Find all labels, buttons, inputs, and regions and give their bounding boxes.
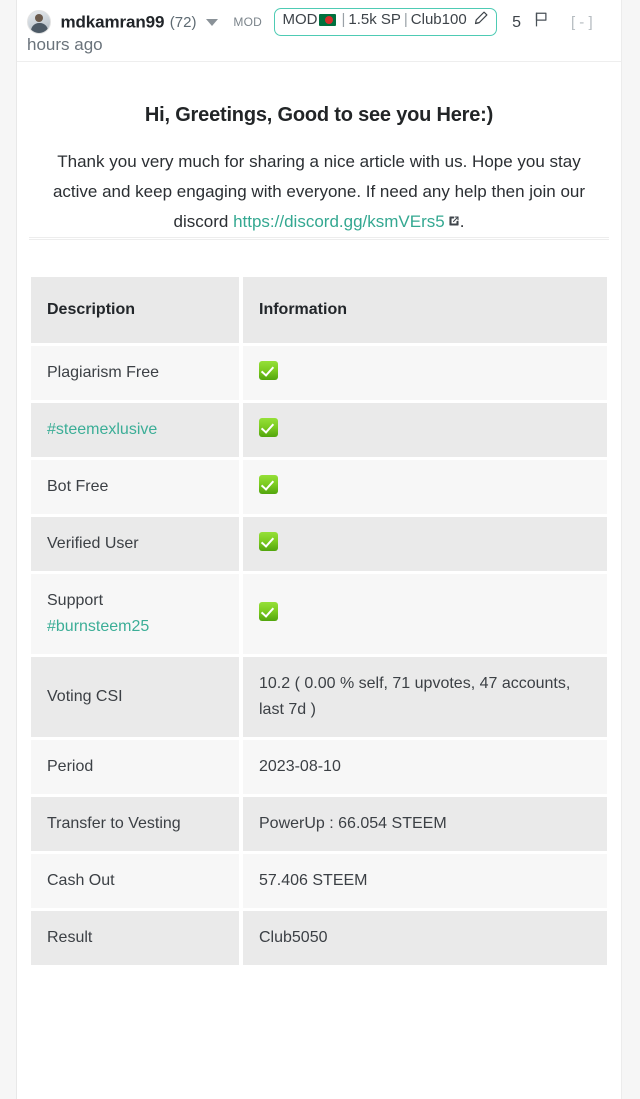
column-header-description: Description xyxy=(31,277,239,344)
external-link-icon xyxy=(448,207,460,237)
flag-icon[interactable] xyxy=(534,10,549,37)
description-line-2[interactable]: #burnsteem25 xyxy=(47,614,223,640)
table-row: Voting CSI 10.2 ( 0.00 % self, 71 upvotes… xyxy=(31,657,607,738)
description-line-1: Support xyxy=(47,592,104,610)
comment-meta-line: mdkamran99 (72) MOD MOD | 1.5k SP | Club100 … xyxy=(27,8,611,37)
column-header-information: Information xyxy=(243,277,607,344)
table-row: Cash Out 57.406 STEEM xyxy=(31,854,607,909)
avatar-head xyxy=(35,14,43,22)
cell-description: Transfer to Vesting xyxy=(31,797,239,852)
green-check-icon xyxy=(259,361,278,381)
tag-link[interactable]: #burnsteem25 xyxy=(47,618,149,635)
table-header-row: Description Information xyxy=(31,277,607,344)
table-row: Bot Free xyxy=(31,460,607,515)
table-row: Period 2023-08-10 xyxy=(31,740,607,795)
author-reputation: (72) xyxy=(169,13,197,31)
green-check-icon xyxy=(259,532,278,552)
cell-information xyxy=(243,346,607,401)
comment-header: mdkamran99 (72) MOD MOD | 1.5k SP | Club100 … xyxy=(17,0,621,63)
cell-description: Support #burnsteem25 xyxy=(31,574,239,655)
avatar[interactable] xyxy=(27,10,51,34)
author-username[interactable]: mdkamran99 xyxy=(60,13,164,32)
cell-information: 10.2 ( 0.00 % self, 71 upvotes, 47 accou… xyxy=(243,657,607,738)
cell-information: 57.406 STEEM xyxy=(243,854,607,909)
greeting-paragraph: Thank you very much for sharing a nice a… xyxy=(37,147,601,237)
cell-description: Period xyxy=(31,740,239,795)
cell-description: Bot Free xyxy=(31,460,239,515)
table-row: Transfer to Vesting PowerUp : 66.054 STEE… xyxy=(31,797,607,852)
green-check-icon xyxy=(259,602,278,622)
cell-information: Club5050 xyxy=(243,911,607,966)
info-table-wrapper: Description Information Plagiarism Free #… xyxy=(17,274,621,968)
green-check-icon xyxy=(259,418,278,438)
pen-icon xyxy=(472,10,489,33)
cell-description: Result xyxy=(31,911,239,966)
collapse-toggle[interactable]: [ - ] xyxy=(571,14,593,31)
cell-description: Cash Out xyxy=(31,854,239,909)
avatar-body xyxy=(30,23,48,33)
info-table-head: Description Information xyxy=(31,277,607,344)
badge-club-label: Club100 xyxy=(410,11,467,28)
comment-timestamp: hours ago xyxy=(27,35,103,55)
cell-description: Verified User xyxy=(31,517,239,572)
cell-information xyxy=(243,460,607,515)
table-row: Verified User xyxy=(31,517,607,572)
cell-information xyxy=(243,574,607,655)
cell-information xyxy=(243,517,607,572)
greeting-text-after-link: . xyxy=(459,212,465,232)
info-table: Description Information Plagiarism Free #… xyxy=(27,274,611,968)
status-badge[interactable]: MOD | 1.5k SP | Club100 xyxy=(274,8,497,36)
cell-description: #steemexlusive xyxy=(31,403,239,458)
info-table-body: Plagiarism Free #steemexlusive Bot Free Ver… xyxy=(31,346,607,966)
chevron-down-icon[interactable] xyxy=(205,18,218,26)
page-root: mdkamran99 (72) MOD MOD | 1.5k SP | Club100 … xyxy=(0,0,640,1099)
bangladesh-flag-icon xyxy=(319,14,337,26)
page-title: Hi, Greetings, Good to see you Here:) xyxy=(144,104,494,127)
green-check-icon xyxy=(259,475,278,495)
vote-count[interactable]: 5 xyxy=(512,14,521,31)
comment-body: Hi, Greetings, Good to see you Here:) Th… xyxy=(17,104,621,241)
badge-mod-label: MOD xyxy=(282,11,318,28)
table-row: Plagiarism Free xyxy=(31,346,607,401)
cell-description: Voting CSI xyxy=(31,657,239,738)
divider-bottom xyxy=(29,239,609,241)
tag-link[interactable]: #steemexlusive xyxy=(47,421,157,438)
discord-invite-link[interactable]: https://discord.gg/ksmVErs5 xyxy=(233,212,445,231)
badge-separator-2: | xyxy=(403,11,408,28)
cell-description: Plagiarism Free xyxy=(31,346,239,401)
moderator-role-tag: MOD xyxy=(233,14,262,29)
cell-information: PowerUp : 66.054 STEEM xyxy=(243,797,607,852)
cell-information xyxy=(243,403,607,458)
table-row: #steemexlusive xyxy=(31,403,607,458)
table-row: Support #burnsteem25 xyxy=(31,574,607,655)
cell-information: 2023-08-10 xyxy=(243,740,607,795)
badge-sp-label: 1.5k SP xyxy=(348,11,401,28)
badge-separator-1: | xyxy=(341,11,346,28)
table-row: Result Club5050 xyxy=(31,911,607,966)
comment-card: mdkamran99 (72) MOD MOD | 1.5k SP | Club100 … xyxy=(16,0,622,1099)
